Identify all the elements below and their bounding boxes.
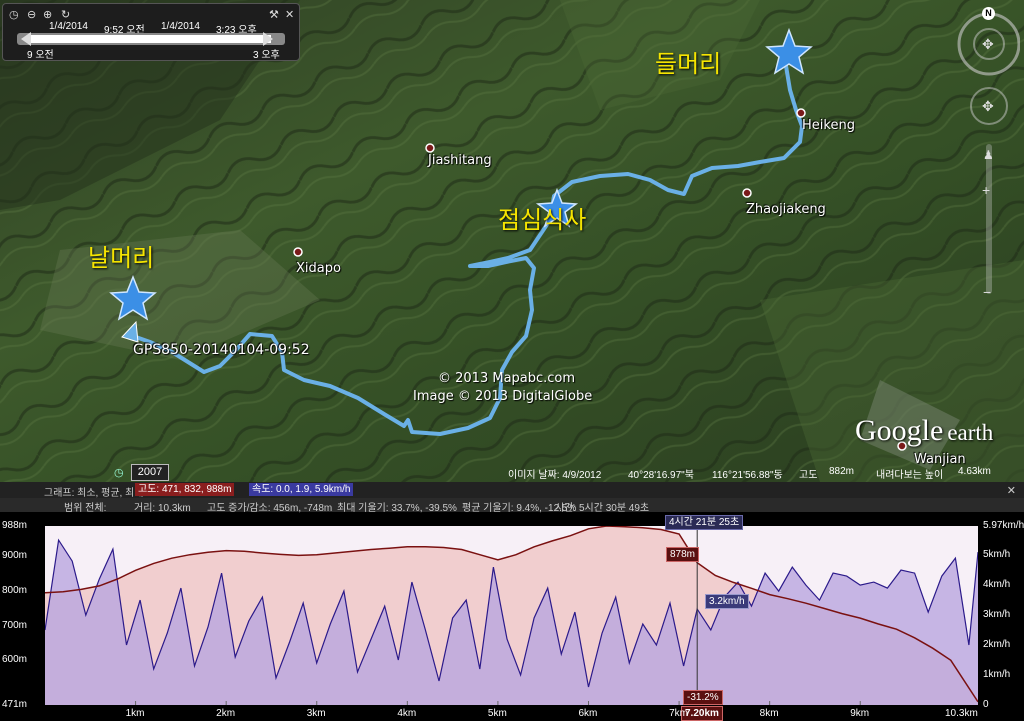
zoom-in-time-icon[interactable]: ⊕: [43, 8, 52, 21]
longitude: 116°21'56.88"동: [712, 470, 783, 481]
y-left-tick-label: 600m: [2, 654, 28, 666]
range-elev-gain: 고도 증가/감소: 456m, -748m: [207, 503, 333, 514]
place-label-heikeng[interactable]: Heikeng: [802, 118, 855, 133]
map-view[interactable]: Jiashitang Heikeng Zhaojiakeng Xidapo Wa…: [0, 0, 1024, 482]
navigation-controls: N ✥ ✥ ♟ + −: [954, 4, 1020, 304]
clock-icon[interactable]: ◷: [9, 8, 19, 21]
latitude: 40°28'16.97"북: [628, 470, 694, 481]
place-pin-zhaojiakeng: [742, 188, 752, 198]
range-time: 시간: 5시간 30분 49초: [555, 503, 650, 514]
imagery-year-badge[interactable]: 2007: [131, 464, 169, 481]
y-left-tick-label: 800m: [2, 585, 28, 597]
x-tick-label: 8km: [759, 708, 779, 719]
x-tick-label: 1km: [125, 708, 145, 719]
track-name-label[interactable]: GPS850-20140104-09:52: [133, 342, 310, 358]
cursor-time-tag: 4시간 21분 25초: [665, 515, 744, 530]
place-label-xidapo[interactable]: Xidapo: [296, 261, 341, 276]
image-date: 이미지 날짜: 4/9/2012: [508, 470, 602, 481]
place-label-zhaojiakeng[interactable]: Zhaojiakeng: [746, 202, 826, 217]
label-end-point: 들머리: [655, 50, 722, 78]
copyright-mapabc: © 2013 Mapabc.com: [438, 371, 576, 386]
historical-imagery-icon[interactable]: ◷: [114, 466, 124, 479]
copyright-digitalglobe: Image © 2013 DigitalGlobe: [413, 389, 593, 404]
time-end-date: 1/4/2014: [161, 21, 200, 32]
y-right-tick-label: 4km/h: [983, 579, 1011, 591]
close-icon[interactable]: ✕: [285, 8, 294, 21]
x-tick-label: 6km: [578, 708, 598, 719]
profile-graph[interactable]: [45, 526, 978, 705]
elevation-label: 고도: [799, 470, 818, 481]
slider-right-handle[interactable]: [263, 32, 273, 46]
range-max-slope: 최대 기울기: 33.7%, -39.5%: [337, 503, 457, 514]
logo-earth-text: earth: [947, 420, 994, 445]
time-settings-icon[interactable]: ↻: [61, 8, 70, 21]
x-tick-label: 3km: [306, 708, 326, 719]
slider-left-handle[interactable]: [21, 32, 31, 46]
y-left-tick-label: 700m: [2, 619, 28, 631]
x-tick-label: 2km: [216, 708, 236, 719]
range-label: 범위 전체:: [64, 503, 107, 514]
x-tick-label: 7km: [669, 708, 688, 719]
label-lunch-point: 점심식사: [498, 206, 587, 234]
zoom-out-time-icon[interactable]: ⊖: [27, 8, 36, 21]
move-control-icon[interactable]: ✥: [982, 98, 994, 115]
y-left-tick-label: 900m: [2, 550, 28, 562]
elevation-stats-chip[interactable]: 고도: 471, 832, 988m: [135, 483, 235, 496]
look-control-icon[interactable]: ✥: [982, 36, 994, 53]
profile-header-stats: 그래프: 최소, 평균, 최대 고도: 471, 832, 988m 속도: 0…: [0, 482, 1024, 499]
cursor-elevation-tag: 878m: [666, 547, 700, 562]
time-slider-panel: ◷ ⊖ ⊕ ↻ ⚒ ✕ 1/4/2014 9:52 오전 1/4/2014 3:…: [2, 3, 300, 61]
logo-google-text: Google: [855, 414, 944, 447]
place-pin-xidapo: [293, 247, 303, 257]
range-distance: 거리: 10.3km: [134, 503, 191, 514]
place-label-jiashitang[interactable]: Jiashitang: [428, 153, 492, 168]
wrench-icon[interactable]: ⚒: [269, 8, 279, 21]
close-profile-icon[interactable]: ✕: [1007, 484, 1016, 497]
eye-altitude-label: 내려다보는 높이: [876, 470, 944, 481]
time-start-date: 1/4/2014: [49, 21, 88, 32]
time-axis-left: 9 오전: [27, 50, 54, 61]
y-right-tick-label: 0: [983, 699, 989, 710]
time-slider-track[interactable]: [17, 33, 285, 45]
cursor-slope-tag: -31.2%: [683, 690, 723, 705]
time-slider-range: [31, 35, 271, 43]
cursor-speed-tag: 3.2km/h: [705, 594, 749, 609]
zoom-out-icon[interactable]: −: [983, 284, 991, 300]
x-tick-label: 10.3km: [945, 708, 978, 719]
profile-range-stats: 범위 전체: 거리: 10.3km 고도 증가/감소: 456m, -748m …: [0, 498, 1024, 514]
place-pin-heikeng: [796, 108, 806, 118]
time-axis-right: 3 오후: [253, 50, 280, 61]
google-earth-logo: Google earth: [855, 414, 993, 448]
y-right-tick-label: 5.97km/h: [983, 520, 1024, 531]
x-tick-label: 5km: [487, 708, 507, 719]
street-view-icon[interactable]: ♟: [983, 148, 994, 162]
y-left-tick-label: 471m: [2, 699, 28, 710]
zoom-in-icon[interactable]: +: [982, 182, 990, 198]
y-right-tick-label: 1km/h: [983, 669, 1011, 681]
elevation-profile-panel: 그래프: 최소, 평균, 최대 고도: 471, 832, 988m 속도: 0…: [0, 482, 1024, 721]
x-tick-label: 9km: [850, 708, 870, 719]
place-pin-jiashitang: [425, 143, 435, 153]
y-left-tick-label: 988m: [2, 520, 28, 531]
y-right-tick-label: 3km/h: [983, 609, 1011, 621]
eye-altitude-value: 4.63km: [958, 466, 991, 477]
graph-stats-label: 그래프: 최소, 평균, 최대: [44, 488, 144, 499]
compass-north-icon[interactable]: N: [982, 7, 995, 20]
y-right-tick-label: 2km/h: [983, 639, 1011, 651]
y-right-tick-label: 5km/h: [983, 549, 1011, 561]
label-start-point: 날머리: [88, 244, 155, 272]
elevation-value: 882m: [829, 466, 855, 477]
speed-stats-chip[interactable]: 속도: 0.0, 1.9, 5.9km/h: [249, 483, 354, 496]
x-tick-label: 4km: [397, 708, 417, 719]
